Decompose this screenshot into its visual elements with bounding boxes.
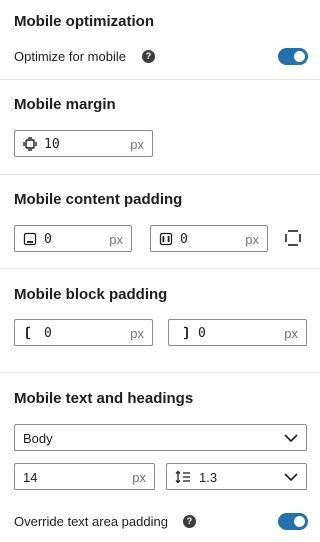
help-icon[interactable]: ? — [183, 515, 196, 528]
line-height-select[interactable]: 1.3 — [166, 463, 307, 490]
content-padding-vertical-unit: px — [109, 232, 123, 247]
mobile-text-headings-title: Mobile text and headings — [14, 390, 194, 407]
font-size-input[interactable]: 14 px — [14, 463, 155, 490]
mobile-block-padding-title: Mobile block padding — [14, 286, 168, 303]
divider — [0, 79, 320, 80]
divider — [0, 268, 320, 269]
block-padding-left-value: 0 — [44, 326, 52, 341]
block-padding-right-unit: px — [284, 326, 298, 341]
mobile-content-padding-title: Mobile content padding — [14, 191, 183, 208]
chevron-down-icon — [284, 473, 298, 482]
block-padding-right-input[interactable]: 0 px — [168, 319, 307, 346]
optimize-for-mobile-label: Optimize for mobile — [14, 49, 126, 64]
divider — [0, 372, 320, 373]
padding-right-icon — [184, 326, 188, 340]
override-text-padding-label: Override text area padding — [14, 514, 168, 529]
font-size-value: 14 — [23, 470, 38, 485]
mobile-margin-input[interactable]: 10 px — [14, 130, 153, 157]
mobile-margin-title: Mobile margin — [14, 96, 116, 113]
unlink-sides-icon[interactable] — [284, 229, 302, 247]
mobile-margin-unit: px — [130, 137, 144, 152]
margin-icon — [23, 137, 37, 151]
override-text-padding-toggle[interactable] — [278, 513, 308, 530]
line-height-value: 1.3 — [199, 470, 218, 485]
optimize-for-mobile-toggle[interactable] — [278, 48, 308, 65]
block-padding-left-input[interactable]: 0 px — [14, 319, 153, 346]
content-padding-horizontal-input[interactable]: 0 px — [150, 225, 268, 252]
block-padding-left-unit: px — [130, 326, 144, 341]
text-style-selected: Body — [23, 431, 53, 446]
line-height-icon — [175, 470, 190, 484]
divider — [0, 174, 320, 175]
block-padding-right-value: 0 — [198, 326, 206, 341]
padding-horizontal-icon — [159, 232, 173, 246]
content-padding-horizontal-unit: px — [245, 232, 259, 247]
mobile-margin-value: 10 — [44, 137, 60, 152]
mobile-optimization-title: Mobile optimization — [14, 13, 154, 30]
padding-vertical-icon — [23, 232, 37, 246]
content-padding-vertical-value: 0 — [44, 232, 52, 247]
help-icon[interactable]: ? — [142, 50, 155, 63]
text-style-select[interactable]: Body — [14, 424, 307, 451]
content-padding-vertical-input[interactable]: 0 px — [14, 225, 132, 252]
content-padding-horizontal-value: 0 — [180, 232, 188, 247]
chevron-down-icon — [284, 434, 298, 443]
font-size-unit: px — [132, 470, 146, 485]
padding-left-icon — [26, 326, 30, 340]
